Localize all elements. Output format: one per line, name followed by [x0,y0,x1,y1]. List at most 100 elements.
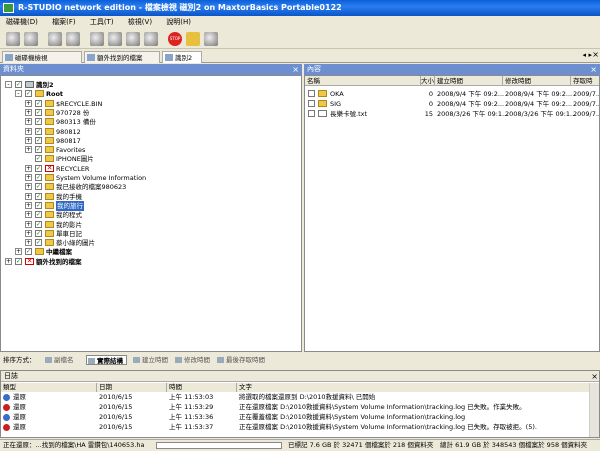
tab-extra-files[interactable]: 額外找到的檔案 [84,51,160,63]
menu-view[interactable]: 檢視(V) [122,16,158,29]
mark-icon[interactable] [144,32,158,46]
tree-checkbox[interactable]: ✓ [25,90,32,98]
tree-checkbox[interactable]: ✓ [35,136,42,144]
tree-checkbox[interactable]: ✓ [35,192,42,200]
find-icon[interactable] [90,32,104,46]
expand-icon[interactable]: + [25,127,32,135]
expand-icon[interactable]: + [25,201,32,209]
file-checkbox[interactable] [308,110,315,117]
log-row[interactable]: 還原 2010/6/15 上午 11:53:29 正在還原檔案 D:\2010救… [1,403,591,412]
sort-by-structure[interactable]: 實際結構 [86,355,127,365]
file-modified: 2008/9/4 下午 09:2... [505,100,573,108]
expand-icon[interactable]: + [15,248,22,256]
refresh-icon[interactable] [24,32,38,46]
file-modified: 2008/9/4 下午 09:2... [505,90,573,98]
tree-checkbox[interactable]: ✓ [35,211,42,219]
file-accessed: 2009/7... [573,100,600,108]
log-date: 2010/6/15 [99,403,133,411]
expand-icon[interactable]: + [25,118,32,126]
log-col-type[interactable]: 類型 [1,383,97,392]
tree-checkbox[interactable]: ✓ [35,146,42,154]
contents-close-icon[interactable]: × [590,64,597,75]
log-col-date[interactable]: 日期 [97,383,167,392]
menu-file[interactable]: 檔案(F) [46,16,82,29]
collapse-icon[interactable]: - [5,81,12,88]
file-row[interactable]: 長樂卡號.txt 15 2008/3/26 下午 09:1... 2008/3/… [305,109,599,119]
tree-checkbox[interactable]: ✓ [35,108,42,116]
expand-icon[interactable]: + [25,239,32,247]
collapse-icon[interactable]: - [15,90,22,98]
col-created[interactable]: 建立時間 [435,76,503,86]
expand-icon[interactable]: + [25,164,32,172]
tree-checkbox[interactable]: ✓ [35,183,42,191]
tree-checkbox[interactable]: ✓ [15,81,22,88]
tab-drive-view[interactable]: 磁碟機檢視 [2,51,82,63]
file-name: 長樂卡號.txt [330,110,368,118]
col-modified[interactable]: 修改時間 [503,76,571,86]
tree-checkbox[interactable]: ✓ [35,174,42,181]
log-scrollbar[interactable] [589,383,599,437]
col-name[interactable]: 名稱 [305,76,421,86]
sort-by-accessed[interactable]: 最後存取時間 [216,355,268,365]
binoculars-icon[interactable] [126,32,140,46]
folders-close-icon[interactable]: × [292,64,299,75]
tree-checkbox[interactable]: ✓ [35,164,42,172]
expand-icon[interactable]: + [25,192,32,200]
expand-icon[interactable]: + [25,174,32,181]
file-checkbox[interactable] [308,100,315,107]
settings-icon[interactable] [204,32,218,46]
tree-checkbox[interactable]: ✓ [35,220,42,228]
log-col-time[interactable]: 時間 [167,383,237,392]
expand-icon[interactable]: + [25,108,32,116]
find-next-icon[interactable] [108,32,122,46]
menu-tools[interactable]: 工具(T) [84,16,120,29]
sort-by-created[interactable]: 建立時間 [132,355,171,365]
log-text: 將選取的檔案還原到 D:\2010救援資料\ 已開始 [239,393,376,401]
menu-drive[interactable]: 磁碟機(D) [0,16,44,29]
tree-checkbox[interactable]: ✓ [35,155,42,163]
tree-checkbox[interactable]: ✓ [15,257,22,265]
recover-icon[interactable] [66,32,80,46]
folder-icon[interactable] [186,32,200,46]
tree-checkbox[interactable]: ✓ [35,99,42,107]
expand-icon[interactable]: + [25,229,32,237]
log-row[interactable]: 還原 2010/6/15 上午 11:53:37 正在還原檔案 D:\2010救… [1,423,591,432]
expand-icon[interactable]: + [25,146,32,154]
tree-checkbox[interactable]: ✓ [35,229,42,237]
log-col-text[interactable]: 文字 [237,383,591,392]
tree-checkbox[interactable]: ✓ [35,127,42,135]
menu-help[interactable]: 說明(H) [160,16,197,29]
tab-scroll-left-icon[interactable]: ◂ [582,51,586,59]
expand-icon[interactable]: + [25,183,32,191]
tab-close-icon[interactable]: × [592,50,599,59]
expand-icon[interactable]: + [25,136,32,144]
tree-checkbox[interactable]: ✓ [35,201,42,209]
tab-identify2[interactable]: 識別2 [162,51,202,63]
text-file-icon [318,110,327,117]
log-row[interactable]: 還原 2010/6/15 上午 11:53:03 將選取的檔案還原到 D:\20… [1,393,591,402]
extension-icon [45,357,52,363]
file-row[interactable]: SIG 0 2008/9/4 下午 09:2... 2008/9/4 下午 09… [305,99,600,109]
error-icon [3,404,10,411]
open-drive-icon[interactable] [6,32,20,46]
tree-checkbox[interactable]: ✓ [35,118,42,126]
expand-icon[interactable]: + [25,211,32,219]
log-row[interactable]: 還原 2010/6/15 上午 11:53:36 正在覆蓋檔案 D:\2010救… [1,413,591,422]
stop-icon[interactable]: STOP [168,32,182,46]
sort-by-modified[interactable]: 修改時間 [174,355,213,365]
scan-icon[interactable] [48,32,62,46]
file-created: 2008/3/26 下午 09:1... [437,110,509,118]
deleted-folder-icon: ✕ [25,256,34,265]
tree-item[interactable]: + ✓ ✕ 額外找到的檔案 [5,257,297,267]
expand-icon[interactable]: + [25,99,32,107]
file-checkbox[interactable] [308,90,315,97]
col-size[interactable]: 大小 [421,76,435,86]
tree-checkbox[interactable]: ✓ [35,239,42,247]
sort-by-extension[interactable]: 副檔名 [44,355,77,365]
tree-checkbox[interactable]: ✓ [25,248,32,256]
col-accessed[interactable]: 存取時 [571,76,599,86]
log-close-icon[interactable]: × [591,371,598,382]
expand-icon[interactable]: + [25,220,32,228]
file-row[interactable]: OKA 0 2008/9/4 下午 09:2... 2008/9/4 下午 09… [305,89,599,99]
expand-icon[interactable]: + [5,257,12,265]
